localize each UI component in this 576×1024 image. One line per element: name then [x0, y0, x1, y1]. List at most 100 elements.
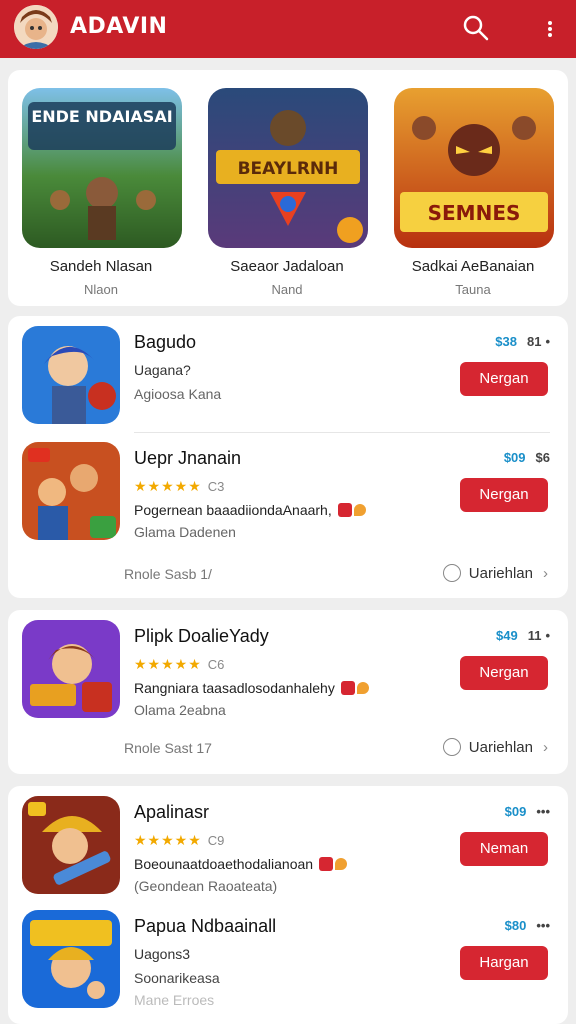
featured-game-image[interactable]: ENDE NDAIASAI: [22, 88, 182, 248]
see-more-label: Uariehlan: [468, 565, 533, 582]
app-price: $38 81 •: [495, 334, 550, 349]
app-category: Uagons3: [134, 946, 191, 962]
price-value: $09: [503, 450, 526, 465]
price-extra: 81: [526, 334, 542, 349]
featured-game-image[interactable]: BEAYLRNH: [208, 88, 368, 248]
app-description-text: Boeounaatdoaethodalianoan: [134, 856, 314, 872]
more-dots-icon[interactable]: •••: [536, 804, 550, 819]
dot-icon: •: [545, 334, 550, 349]
featured-carousel: ENDE NDAIASAI Sandeh Nlasan Nlaon BEAYLR…: [8, 70, 568, 306]
featured-name: Sandeh Nlasan: [49, 258, 153, 275]
app-icon[interactable]: [22, 796, 120, 894]
app-icon[interactable]: [22, 326, 120, 424]
chevron-right-icon: ›: [543, 739, 548, 756]
app-icon[interactable]: [22, 442, 120, 540]
rating-value: C3: [207, 479, 225, 494]
install-button[interactable]: Nergan: [460, 656, 548, 690]
card-footer: Rnole Sasb 1/ Uariehlan ›: [8, 560, 568, 590]
install-button[interactable]: Nergan: [460, 478, 548, 512]
badge-icon: [319, 857, 334, 871]
app-description: Pogernean baaadiiondaAnaarh,: [134, 502, 366, 518]
app-developer: Glama Dadenen: [134, 524, 236, 540]
featured-card[interactable]: ENDE NDAIASAI Sandeh Nlasan Nlaon: [8, 70, 194, 306]
app-name: Plipk DoalieYady: [134, 626, 269, 646]
app-list-item[interactable]: Papua Ndbaainall Uagons3 Soonarikeasa Ma…: [8, 910, 568, 1020]
user-avatar[interactable]: [14, 5, 58, 49]
footer-label: Rnole Sasb 1/: [124, 566, 212, 582]
app-developer: Soonarikeasa: [134, 970, 220, 986]
app-title: ADAVIN: [70, 14, 168, 39]
app-list-card: Plipk DoalieYady ★★★★★ C6 Rangniara taasa…: [8, 610, 568, 774]
app-category: Uagana?: [134, 362, 191, 378]
install-button[interactable]: Nergan: [460, 362, 548, 396]
badge-icon: [337, 503, 352, 517]
app-description: Boeounaatdoaethodalianoan: [134, 856, 348, 872]
featured-card[interactable]: BEAYLRNH Saeaor Jadaloan Nand: [194, 70, 380, 306]
divider: [134, 432, 550, 433]
refresh-icon: [442, 564, 461, 582]
app-description: Rangniara taasadlosodanhalehy: [134, 680, 369, 696]
star-rating-icons: ★★★★★: [134, 832, 202, 848]
more-dots-icon[interactable]: •••: [536, 918, 550, 933]
app-list-item[interactable]: Uepr Jnanain ★★★★★ C3 Pogernean baaadiion…: [8, 442, 568, 552]
app-list-item[interactable]: Apalinasr ★★★★★ C9 Boeounaatdoaethodalian…: [8, 796, 568, 906]
featured-game-image[interactable]: SEMNES: [394, 88, 554, 248]
install-button[interactable]: Hargan: [460, 946, 548, 980]
price-extra: $6: [535, 450, 550, 465]
star-rating-icons: ★★★★★: [134, 478, 202, 494]
app-list-card: Bagudo Uagana? Agioosa Kana $38 81 • Nerga…: [8, 316, 568, 598]
price-value: $38: [495, 334, 517, 349]
price-value: $80: [504, 918, 527, 933]
flame-icon: [335, 858, 348, 870]
see-more-link[interactable]: Uariehlan ›: [442, 738, 548, 756]
app-description-text: Rangniara taasadlosodanhalehy: [134, 680, 335, 696]
app-price: $09 •••: [505, 804, 550, 819]
app-name: Apalinasr: [134, 802, 210, 822]
featured-subtitle: Tauna: [455, 282, 491, 297]
rating-value: C9: [207, 833, 225, 848]
app-list-item[interactable]: Bagudo Uagana? Agioosa Kana $38 81 • Nerga…: [8, 326, 568, 436]
app-price: $80 •••: [505, 918, 550, 933]
featured-name: Saeaor Jadaloan: [230, 258, 344, 275]
search-icon[interactable]: [460, 12, 492, 44]
install-button[interactable]: Neman: [460, 832, 548, 866]
app-description-text: Pogernean baaadiiondaAnaarh,: [134, 502, 332, 518]
app-name: Uepr Jnanain: [134, 448, 242, 468]
featured-name: Sadkai AeBanaian: [411, 258, 535, 275]
card-footer: Rnole Sast 17 Uariehlan ›: [8, 734, 568, 764]
app-rating: ★★★★★ C3: [134, 478, 224, 495]
app-rating: ★★★★★ C6: [134, 656, 224, 673]
app-price: $49 11 •: [496, 628, 550, 643]
app-icon[interactable]: [22, 910, 120, 1008]
app-developer: (Geondean Raoateata): [134, 878, 278, 894]
rating-value: C6: [207, 657, 225, 672]
price-value: $49: [495, 628, 518, 643]
featured-subtitle: Nand: [271, 282, 303, 297]
flame-icon: [353, 504, 366, 516]
app-note: Mane Erroes: [134, 992, 215, 1008]
dot-icon: •: [545, 628, 550, 643]
top-app-bar: ADAVIN: [0, 0, 576, 58]
featured-card[interactable]: SEMNES Sadkai AeBanaian Tauna: [380, 70, 566, 306]
app-name: Bagudo: [134, 332, 197, 352]
chevron-right-icon: ›: [543, 565, 548, 582]
app-icon[interactable]: [22, 620, 120, 718]
featured-art-title: BEAYLRNH: [238, 159, 339, 179]
see-more-link[interactable]: Uariehlan ›: [442, 564, 548, 582]
app-list-card: Apalinasr ★★★★★ C9 Boeounaatdoaethodalian…: [8, 786, 568, 1024]
refresh-icon: [442, 738, 461, 756]
featured-art-title: SEMNES: [428, 201, 521, 225]
footer-label: Rnole Sast 17: [124, 740, 212, 756]
more-vert-icon[interactable]: [538, 12, 562, 44]
app-rating: ★★★★★ C9: [134, 832, 224, 849]
price-extra: 11: [527, 628, 542, 643]
featured-subtitle: Nlaon: [84, 282, 118, 297]
star-rating-icons: ★★★★★: [134, 656, 202, 672]
app-list-item[interactable]: Plipk DoalieYady ★★★★★ C6 Rangniara taasa…: [8, 620, 568, 730]
badge-icon: [340, 681, 355, 695]
app-developer: Olama 2eabna: [134, 702, 226, 718]
price-value: $09: [504, 804, 527, 819]
flame-icon: [356, 682, 369, 694]
featured-art-title: ENDE NDAIASAI: [31, 107, 172, 126]
app-price: $09 $6: [504, 450, 550, 465]
